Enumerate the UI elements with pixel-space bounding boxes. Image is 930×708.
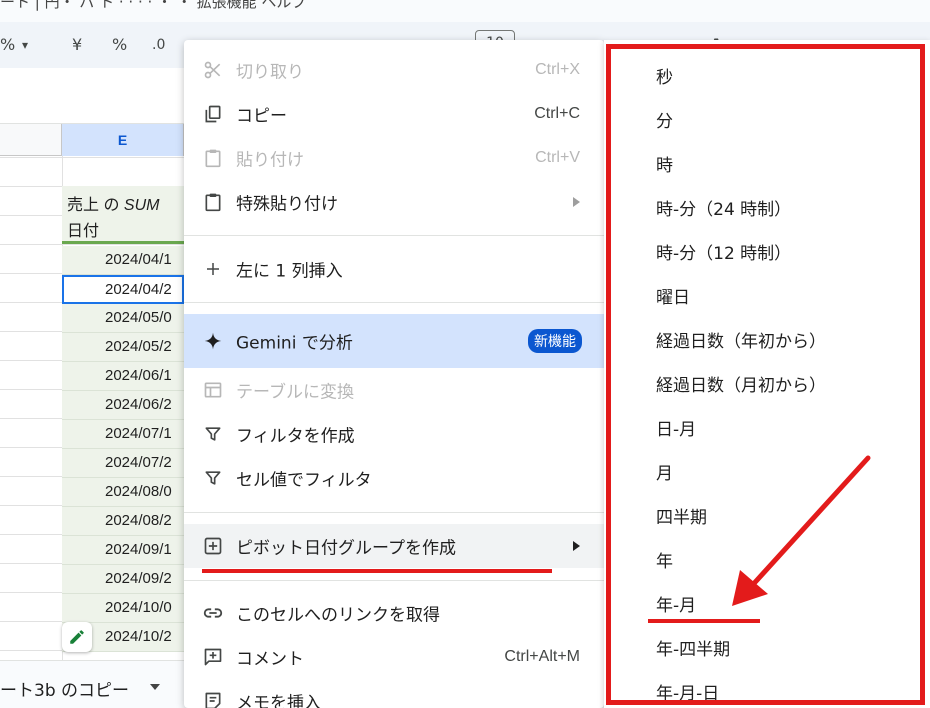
menu-item-filter-by-value[interactable]: セル値でフィルタ: [184, 456, 604, 500]
filter-icon: [202, 423, 224, 445]
menu-divider: [184, 302, 604, 303]
percent-format-button-2[interactable]: %: [112, 33, 127, 57]
column-header-d[interactable]: [0, 124, 62, 156]
submenu-arrow-icon: [573, 541, 580, 551]
pencil-icon: [70, 630, 84, 644]
context-menu: 切り取り Ctrl+X コピー Ctrl+C 貼り付け Ctrl+V 特殊貼り付…: [184, 40, 604, 708]
annotation-red-box: [606, 44, 925, 705]
currency-format-button[interactable]: ¥: [72, 33, 82, 57]
comment-add-icon: [202, 646, 224, 668]
menu-divider: [184, 235, 604, 236]
pivot-row-header: 日付: [67, 223, 100, 240]
pivot-date-cell[interactable]: 2024/07/1: [62, 420, 184, 449]
menu-item-label: ピボット日付グループを作成: [236, 538, 456, 559]
menu-bar-fragment: ート | 円・ バ ト · · · · ・ ・ 拡張機能 ヘルプ: [0, 0, 307, 11]
grid-row-line: [0, 157, 184, 158]
menu-item-get-cell-link[interactable]: このセルへのリンクを取得: [184, 591, 604, 635]
decrease-decimal-button[interactable]: .0: [152, 33, 165, 57]
pivot-date-cell[interactable]: 2024/08/0: [62, 478, 184, 507]
menu-item-shortcut: Ctrl+Alt+M: [504, 648, 580, 665]
menu-item-label: テーブルに変換: [236, 382, 354, 403]
clipboard-icon: [202, 147, 224, 169]
clipboard-icon: [202, 191, 224, 213]
pivot-value-header: 売上 の SUM: [67, 197, 160, 214]
table-icon: [202, 379, 224, 401]
menu-item-label: フィルタを作成: [236, 426, 355, 447]
percent-format-button[interactable]: %: [0, 33, 15, 57]
annotation-underline-pivot: [202, 569, 552, 573]
menu-item-label: 貼り付け: [236, 150, 304, 171]
note-icon: [202, 690, 224, 708]
column-header-e[interactable]: E: [62, 124, 184, 156]
pivot-date-cell[interactable]: 2024/05/2: [62, 333, 184, 362]
pivot-date-cell[interactable]: 2024/07/2: [62, 449, 184, 478]
menu-item-label: メモを挿入: [236, 693, 321, 708]
menu-divider: [184, 512, 604, 513]
menu-divider: [184, 580, 604, 581]
menu-item-cut[interactable]: 切り取り Ctrl+X: [184, 48, 604, 92]
menu-item-comment[interactable]: コメント Ctrl+Alt+M: [184, 635, 604, 679]
new-feature-badge: 新機能: [528, 329, 582, 353]
menu-item-insert-note[interactable]: メモを挿入: [184, 679, 604, 708]
link-icon: [202, 602, 224, 624]
pivot-date-cell[interactable]: 2024/09/1: [62, 536, 184, 565]
annotation-underline-year-month: [648, 619, 760, 623]
menu-item-label: コピー: [236, 106, 287, 127]
pivot-date-cell[interactable]: 2024/09/2: [62, 565, 184, 594]
menu-item-create-pivot-date-group[interactable]: ピボット日付グループを作成: [184, 524, 604, 568]
plus-icon: [202, 258, 224, 280]
scissors-icon: [202, 59, 224, 81]
menu-item-shortcut: Ctrl+C: [534, 105, 580, 122]
pivot-table-header[interactable]: 売上 の SUM 日付: [62, 186, 184, 244]
menu-item-copy[interactable]: コピー Ctrl+C: [184, 92, 604, 136]
menu-item-label: 切り取り: [236, 62, 304, 83]
pivot-date-cell[interactable]: 2024/10/0: [62, 594, 184, 623]
menu-item-insert-column-left[interactable]: 左に 1 列挿入: [184, 247, 604, 291]
menu-item-label: このセルへのリンクを取得: [236, 605, 440, 626]
sheet-tab-menu-arrow-icon[interactable]: [150, 684, 160, 690]
edit-pencil-button[interactable]: [62, 622, 92, 652]
menu-item-label: セル値でフィルタ: [236, 470, 372, 491]
pivot-date-cell[interactable]: 2024/08/2: [62, 507, 184, 536]
submenu-arrow-icon: [573, 197, 580, 207]
menu-item-label: 特殊貼り付け: [236, 194, 338, 215]
filter-icon: [202, 467, 224, 489]
pivot-date-cell[interactable]: 2024/04/2: [62, 275, 184, 304]
pivot-date-cell[interactable]: 2024/04/1: [62, 246, 184, 275]
menu-item-gemini-analyze[interactable]: Gemini で分析 新機能: [184, 314, 604, 368]
menu-item-shortcut: Ctrl+X: [535, 61, 580, 78]
menu-item-label: 左に 1 列挿入: [236, 261, 343, 282]
sheet-tab[interactable]: ート3b のコピー: [0, 676, 129, 701]
copy-icon: [202, 103, 224, 125]
pivot-date-cell[interactable]: 2024/05/0: [62, 304, 184, 333]
gemini-sparkle-icon: [202, 330, 224, 352]
menu-item-label: コメント: [236, 649, 304, 670]
menu-item-shortcut: Ctrl+V: [535, 149, 580, 166]
menu-item-label: Gemini で分析: [236, 333, 353, 354]
menu-item-create-filter[interactable]: フィルタを作成: [184, 412, 604, 456]
pivot-date-cell[interactable]: 2024/06/2: [62, 391, 184, 420]
menu-item-convert-to-table[interactable]: テーブルに変換: [184, 368, 604, 412]
pivot-date-cell[interactable]: 2024/06/1: [62, 362, 184, 391]
dropdown-arrow-icon[interactable]: ▾: [22, 33, 28, 57]
menu-item-paste[interactable]: 貼り付け Ctrl+V: [184, 136, 604, 180]
add-box-icon: [202, 535, 224, 557]
title-bar: ート | 円・ バ ト · · · · ・ ・ 拡張機能 ヘルプ: [0, 0, 930, 22]
menu-item-paste-special[interactable]: 特殊貼り付け: [184, 180, 604, 224]
grid-row-line: [0, 244, 184, 245]
